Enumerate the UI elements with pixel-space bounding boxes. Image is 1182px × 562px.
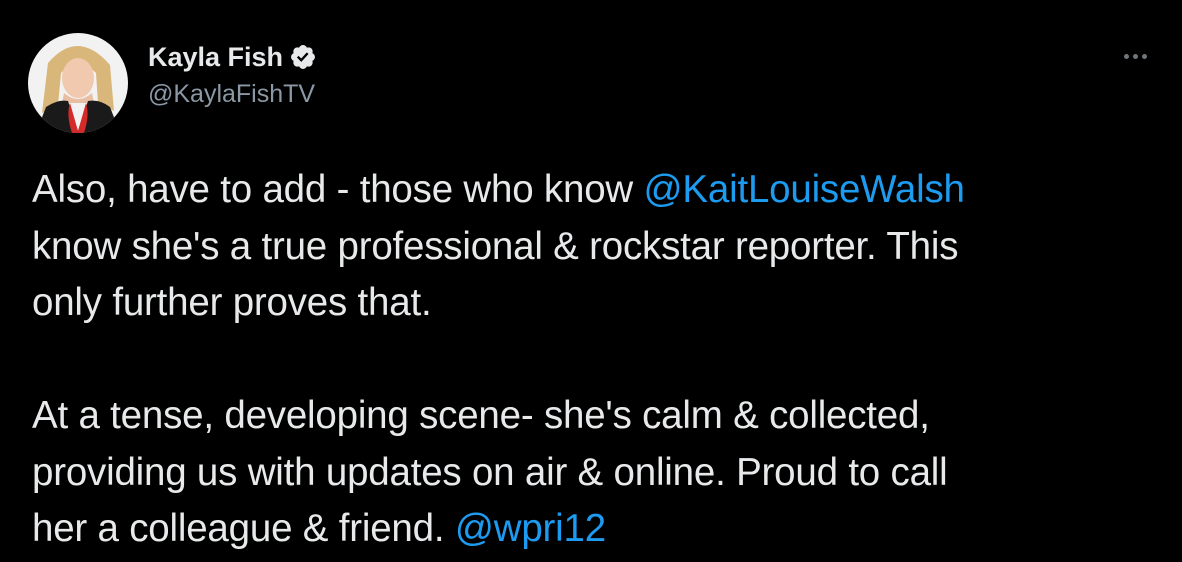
text-segment: providing us with updates on air & onlin…	[32, 450, 948, 494]
handle[interactable]: @KaylaFishTV	[148, 77, 317, 111]
tweet-paragraph: Also, have to add - those who know @Kait…	[32, 162, 1167, 332]
mention-link[interactable]: @KaitLouiseWalsh	[644, 168, 965, 211]
verified-badge-icon	[289, 43, 317, 71]
more-options-button[interactable]	[1124, 44, 1160, 68]
display-name[interactable]: Kayla Fish	[148, 40, 283, 74]
mention-link[interactable]: @wpri12	[455, 507, 606, 550]
profile-photo-image	[28, 33, 128, 133]
text-segment: know she's a true professional & rocksta…	[32, 224, 959, 268]
avatar[interactable]	[28, 33, 128, 133]
text-segment: Also, have to add - those who know	[32, 168, 644, 211]
tweet-text: Also, have to add - those who know @Kait…	[32, 162, 1167, 558]
text-segment: At a tense, developing scene- she's calm…	[32, 394, 930, 437]
tweet-card: Kayla Fish @KaylaFishTV Also, have to ad…	[0, 0, 1182, 562]
tweet-paragraph: At a tense, developing scene- she's calm…	[32, 388, 1167, 558]
text-segment: only further proves that.	[32, 281, 432, 324]
text-segment: her a colleague & friend.	[32, 507, 455, 550]
name-row: Kayla Fish	[148, 40, 317, 74]
more-horizontal-icon	[1124, 53, 1147, 59]
author-info: Kayla Fish @KaylaFishTV	[148, 40, 317, 111]
